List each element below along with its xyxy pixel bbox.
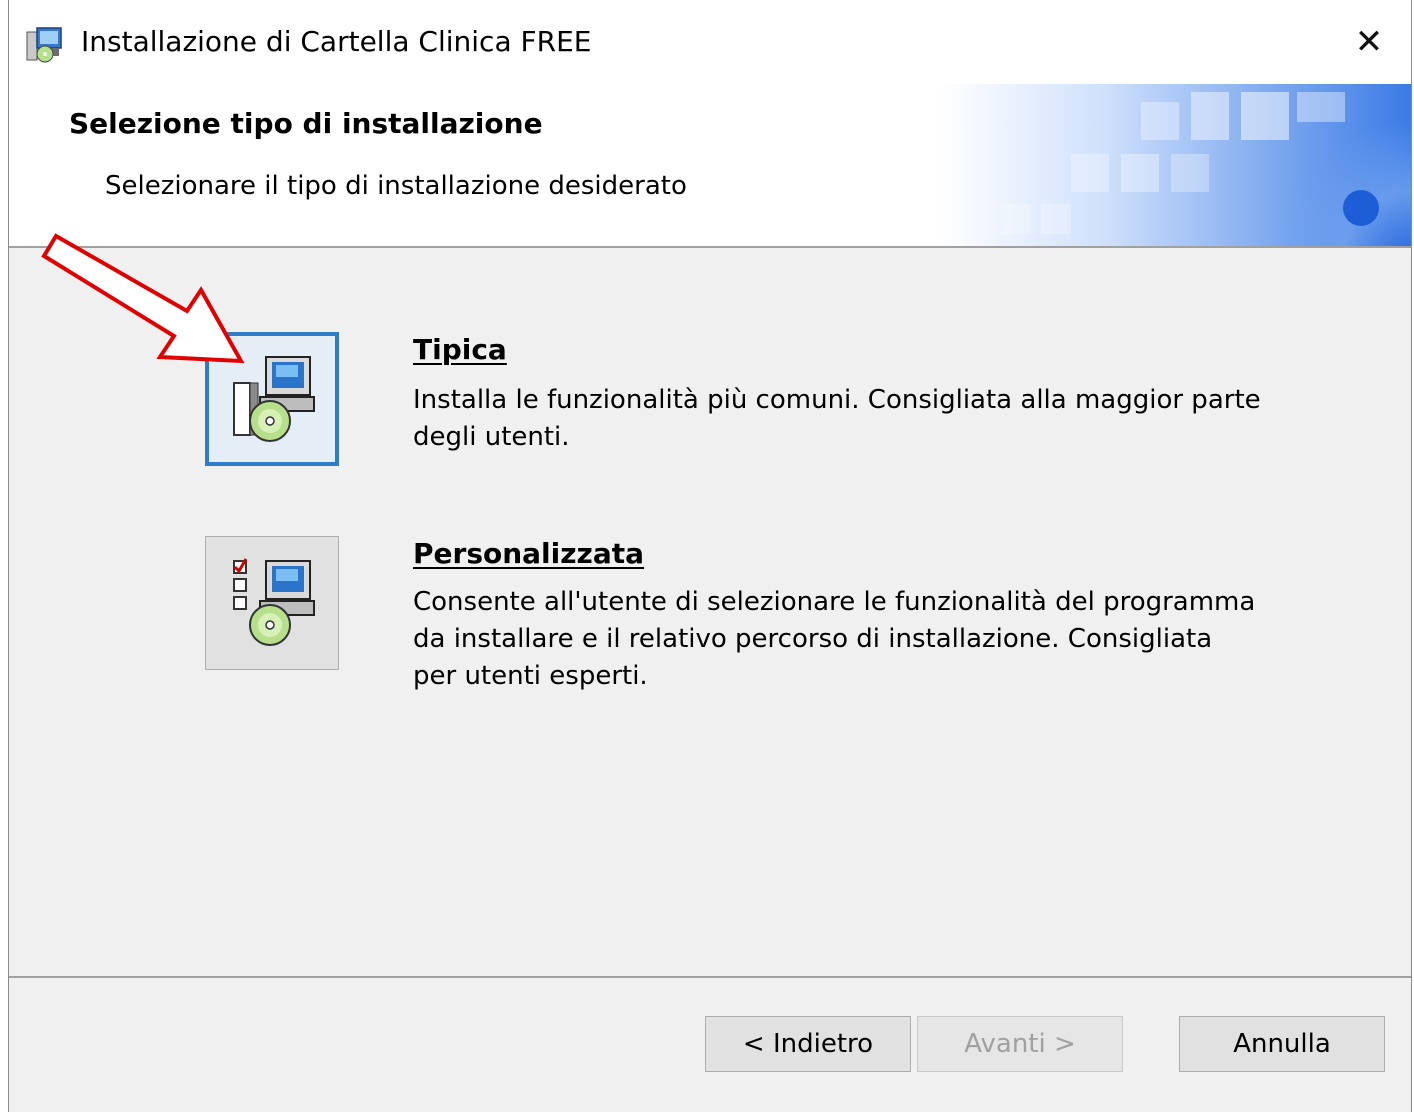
footer-separator bbox=[9, 976, 1411, 978]
dialog-header: Selezione tipo di installazione Selezion… bbox=[9, 84, 1411, 248]
installer-app-icon bbox=[25, 24, 65, 64]
next-button[interactable]: Avanti > bbox=[917, 1016, 1123, 1072]
title-bar: Installazione di Cartella Clinica FREE ✕ bbox=[9, 0, 1411, 84]
back-button[interactable]: < Indietro bbox=[705, 1016, 911, 1072]
custom-option-title: Personalizzata bbox=[413, 537, 645, 570]
description-line: da installare e il relativo percorso di … bbox=[413, 624, 1213, 654]
cancel-button[interactable]: Annulla bbox=[1179, 1016, 1385, 1072]
typical-option-title: Tipica bbox=[413, 333, 507, 366]
description-line: Consente all'utente di selezionare le fu… bbox=[413, 587, 1256, 617]
custom-install-icon bbox=[224, 553, 320, 653]
custom-install-button[interactable] bbox=[205, 536, 339, 670]
typical-option-description: Installa le funzionalità più comuni. Con… bbox=[413, 382, 1333, 456]
header-subtitle: Selezionare il tipo di installazione des… bbox=[105, 171, 687, 201]
installer-window: Installazione di Cartella Clinica FREE ✕… bbox=[8, 0, 1412, 1112]
window-title: Installazione di Cartella Clinica FREE bbox=[81, 25, 592, 58]
header-title: Selezione tipo di installazione bbox=[69, 107, 543, 140]
custom-option-description: Consente all'utente di selezionare le fu… bbox=[413, 584, 1333, 695]
close-button[interactable]: ✕ bbox=[1327, 0, 1411, 84]
header-banner-graphic bbox=[941, 84, 1411, 246]
typical-install-icon bbox=[224, 349, 320, 449]
close-icon: ✕ bbox=[1354, 22, 1384, 62]
typical-install-button[interactable] bbox=[205, 332, 339, 466]
description-line: degli utenti. bbox=[413, 422, 570, 452]
description-line: Installa le funzionalità più comuni. Con… bbox=[413, 385, 1261, 415]
description-line: per utenti esperti. bbox=[413, 661, 648, 691]
